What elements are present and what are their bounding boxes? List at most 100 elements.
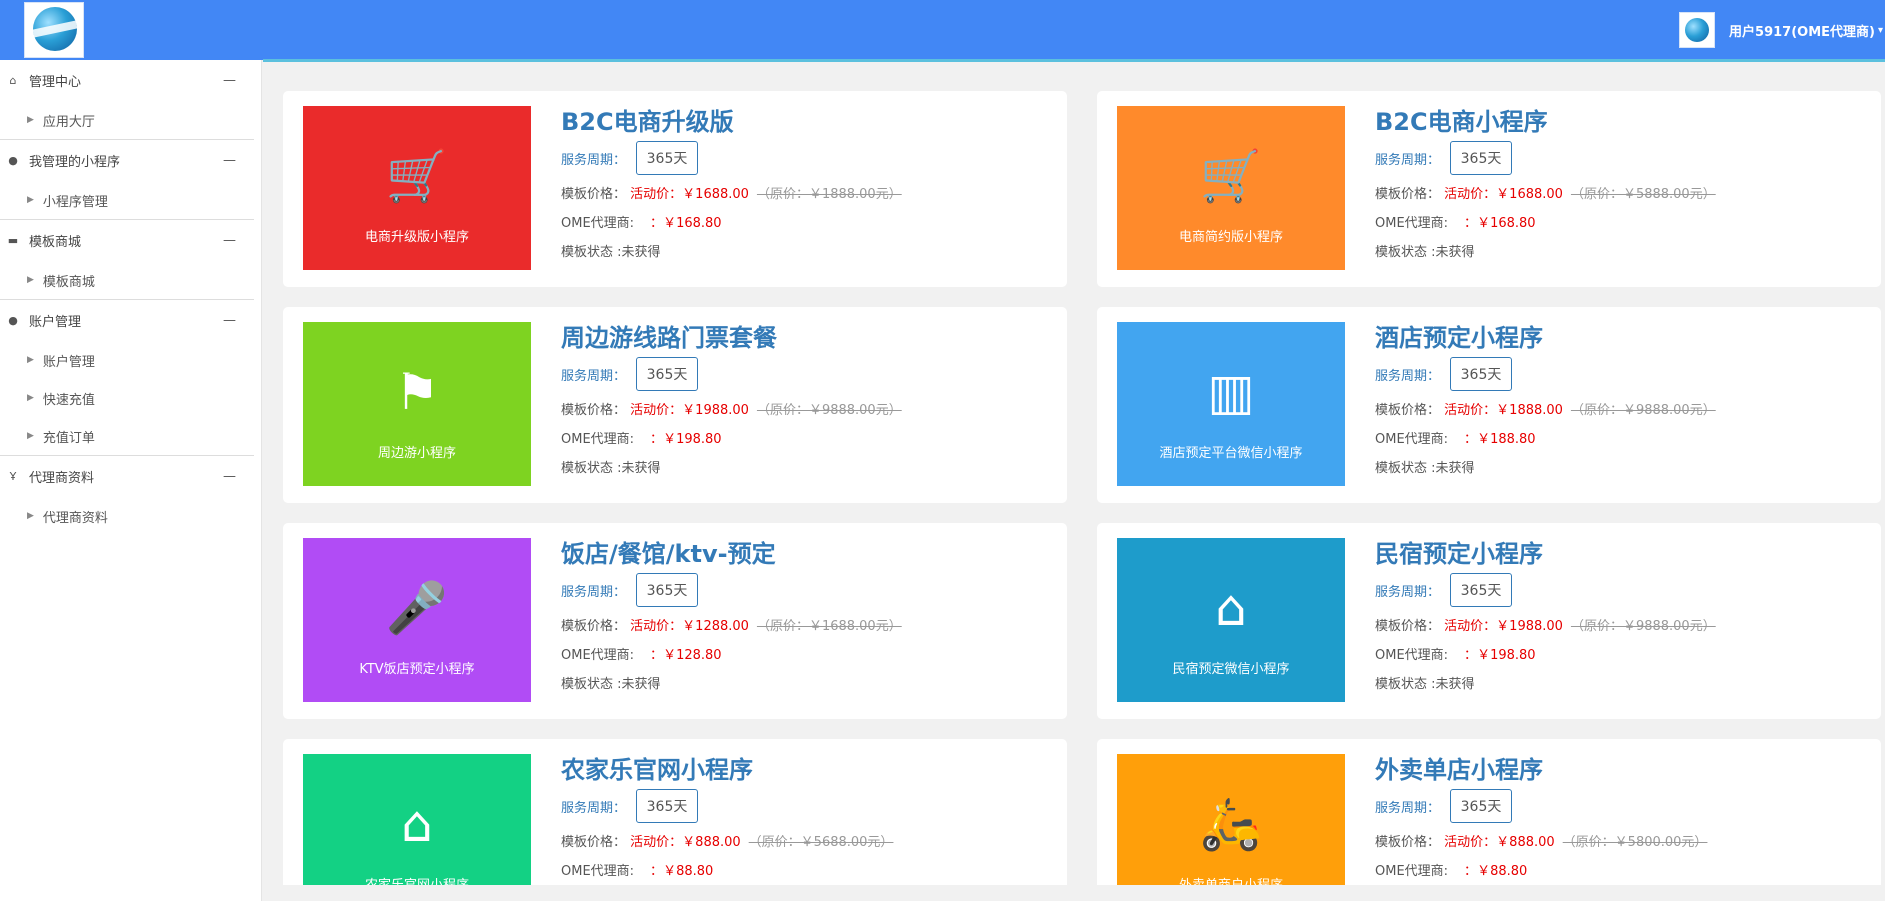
period-option[interactable]: 365天 — [636, 573, 699, 607]
triangle-right-icon: ▶ — [27, 355, 34, 365]
product-title[interactable]: 农家乐官网小程序 — [561, 755, 893, 785]
sidebar-item-label: 模板商城 — [42, 274, 95, 290]
period-option[interactable]: 365天 — [636, 141, 699, 175]
product-thumbnail[interactable]: 🛒 电商简约版小程序 — [1117, 106, 1345, 270]
sidebar-item-label: 充值订单 — [42, 430, 95, 446]
header-accent-line — [263, 59, 1885, 62]
caret-down-icon[interactable]: ▾ — [1878, 25, 1883, 36]
thumbnail-label: 农家乐官网小程序 — [303, 874, 531, 885]
activity-label: 活动价： — [1444, 187, 1497, 202]
top-bar: 用户5917(OME代理商) ▾ — [0, 0, 1885, 60]
period-option[interactable]: 365天 — [1450, 789, 1513, 823]
nav-head-agent[interactable]: Ұ 代理商资料 — — [0, 456, 254, 497]
signpost-icon: ⚑ — [394, 363, 440, 421]
shopping-cart-icon: 🛒 — [385, 147, 449, 205]
avatar[interactable] — [1679, 12, 1716, 48]
sidebar-item-recharge-orders[interactable]: ▶ 充值订单 — [0, 417, 254, 455]
activity-price: ￥1888.00 — [1496, 403, 1563, 418]
collapse-icon[interactable]: — — [223, 233, 236, 248]
agent-label: OME代理商: — [561, 216, 635, 231]
period-option[interactable]: 365天 — [1450, 141, 1513, 175]
nav-head-label: 账户管理 — [29, 315, 82, 330]
price-label: 模板价格： — [561, 619, 627, 634]
user-name[interactable]: 用户5917(OME代理商) — [1729, 21, 1875, 40]
agent-label: OME代理商: — [561, 648, 635, 663]
nav-head-template-mall[interactable]: ▬ 模板商城 — — [0, 220, 254, 261]
sidebar-item-quick-recharge[interactable]: ▶ 快速充值 — [0, 379, 254, 417]
product-card-takeaway[interactable]: 🛵 外卖单商户小程序 外卖单店小程序 服务周期：365天 模板价格： 活动价：￥… — [1097, 739, 1881, 885]
logo[interactable] — [24, 2, 84, 58]
agent-icon: Ұ — [9, 470, 17, 483]
product-thumbnail[interactable]: ▥ 酒店预定平台微信小程序 — [1117, 322, 1345, 486]
product-title[interactable]: B2C电商升级版 — [561, 107, 902, 137]
nav-group-template-mall: ▬ 模板商城 — ▶ 模板商城 — [0, 220, 254, 300]
status-value: 未获得 — [1435, 461, 1475, 476]
collapse-icon[interactable]: — — [223, 313, 236, 328]
product-card-ktv[interactable]: 🎤 KTV饭店预定小程序 饭店/餐馆/ktv-预定 服务周期： 365天 模板价格… — [283, 523, 1067, 719]
product-title[interactable]: 饭店/餐馆/ktv-预定 — [561, 539, 902, 569]
original-price: （原价：￥9888.00元） — [1570, 403, 1716, 418]
product-title[interactable]: 酒店预定小程序 — [1375, 323, 1716, 353]
product-thumbnail[interactable]: 🎤 KTV饭店预定小程序 — [303, 538, 531, 702]
product-thumbnail[interactable]: 🛒 电商升级版小程序 — [303, 106, 531, 270]
original-price: （原价：￥5888.00元） — [1570, 187, 1716, 202]
product-card-tour[interactable]: ⚑ 周边游小程序 周边游线路门票套餐 服务周期： 365天 模板价格： 活动价：￥… — [283, 307, 1067, 503]
product-thumbnail[interactable]: ⌂ 民宿预定微信小程序 — [1117, 538, 1345, 702]
home-icon: ⌂ — [9, 74, 17, 87]
status-value: 未获得 — [1435, 245, 1475, 260]
product-card-b2c-miniprogram[interactable]: 🛒 电商简约版小程序 B2C电商小程序 服务周期： 365天 模板价格： 活动价：… — [1097, 91, 1881, 287]
activity-price: ￥1688.00 — [1496, 187, 1563, 202]
sidebar-item-account-management[interactable]: ▶ 账户管理 — [0, 341, 254, 379]
original-price: （原价：￥1688.00元） — [756, 619, 902, 634]
nav-head-management[interactable]: ⌂ 管理中心 — — [0, 60, 254, 101]
period-option[interactable]: 365天 — [1450, 573, 1513, 607]
agent-label: OME代理商: — [561, 432, 635, 447]
nav-group-account: ● 账户管理 — ▶ 账户管理 ▶ 快速充值 ▶ 充值订单 — [0, 300, 254, 456]
user-menu[interactable]: 用户5917(OME代理商) ▾ — [1679, 10, 1885, 50]
sidebar-item-template-mall[interactable]: ▶ 模板商城 — [0, 261, 254, 299]
agent-colon: ： — [1464, 432, 1478, 447]
product-thumbnail[interactable]: 🛵 外卖单商户小程序 — [1117, 754, 1345, 885]
agent-price: ￥168.80 — [663, 216, 722, 231]
price-label: 模板价格： — [561, 403, 627, 418]
period-option[interactable]: 365天 — [1450, 357, 1513, 391]
product-title[interactable]: 外卖单店小程序 — [1375, 755, 1707, 785]
product-card-b2c-upgrade[interactable]: 🛒 电商升级版小程序 B2C电商升级版 服务周期： 365天 模板价格： 活动价：… — [283, 91, 1067, 287]
original-price: （原价：￥1888.00元） — [756, 187, 902, 202]
product-title[interactable]: 周边游线路门票套餐 — [561, 323, 902, 353]
product-thumbnail[interactable]: ⌂ 农家乐官网小程序 — [303, 754, 531, 885]
sidebar-item-label: 小程序管理 — [42, 194, 108, 210]
activity-label: 活动价： — [630, 403, 683, 418]
product-card-farmhouse[interactable]: ⌂ 农家乐官网小程序 农家乐官网小程序 服务周期： 365天 模板价格： 活动价：… — [283, 739, 1067, 885]
status-label: 模板状态 : — [561, 461, 622, 476]
status-value: 未获得 — [1435, 677, 1475, 692]
agent-price: ￥198.80 — [1477, 648, 1536, 663]
collapse-icon[interactable]: — — [223, 469, 236, 484]
thumbnail-label: 电商升级版小程序 — [364, 230, 469, 245]
collapse-icon[interactable]: — — [223, 153, 236, 168]
status-label: 模板状态 : — [1375, 245, 1436, 260]
agent-colon: ： — [1464, 864, 1478, 879]
sidebar-item-label: 快速充值 — [42, 392, 95, 408]
nav-head-my-miniprograms[interactable]: ● 我管理的小程序 — — [0, 140, 254, 181]
nav-group-agent: Ұ 代理商资料 — ▶ 代理商资料 — [0, 456, 254, 535]
sidebar-item-agent-profile[interactable]: ▶ 代理商资料 — [0, 497, 254, 535]
product-thumbnail[interactable]: ⚑ 周边游小程序 — [303, 322, 531, 486]
nav-head-label: 我管理的小程序 — [29, 155, 121, 170]
sidebar-item-app-hall[interactable]: ▶ 应用大厅 — [0, 101, 254, 139]
product-card-hotel[interactable]: ▥ 酒店预定平台微信小程序 酒店预定小程序 服务周期： 365天 模板价格： 活动… — [1097, 307, 1881, 503]
period-option[interactable]: 365天 — [636, 789, 699, 823]
product-title[interactable]: 民宿预定小程序 — [1375, 539, 1716, 569]
globe-logo-icon — [32, 7, 78, 51]
agent-price: ￥198.80 — [663, 432, 722, 447]
agent-label: OME代理商: — [561, 864, 635, 879]
sidebar-item-miniprogram-management[interactable]: ▶ 小程序管理 — [0, 181, 254, 219]
product-card-guesthouse[interactable]: ⌂ 民宿预定微信小程序 民宿预定小程序 服务周期： 365天 模板价格： 活动价：… — [1097, 523, 1881, 719]
thumbnail-label: 外卖单商户小程序 — [1117, 874, 1345, 885]
period-option[interactable]: 365天 — [636, 357, 699, 391]
product-title[interactable]: B2C电商小程序 — [1375, 107, 1716, 137]
wechat-icon: ● — [8, 154, 18, 167]
collapse-icon[interactable]: — — [223, 73, 236, 88]
agent-colon: ： — [650, 648, 664, 663]
nav-head-account[interactable]: ● 账户管理 — — [0, 300, 254, 341]
